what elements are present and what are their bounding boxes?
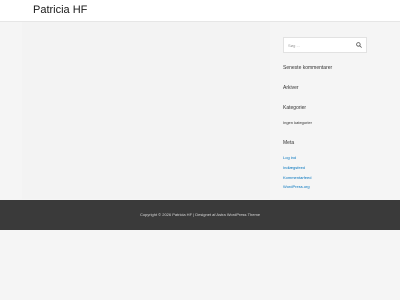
footer-copyright-text: Copyright © 2026 Patricia HF | Designet … — [139, 212, 261, 217]
sidebar: Seneste kommentarer Arkiver Kategorier I… — [283, 37, 367, 189]
meta-title: Meta — [283, 140, 295, 146]
main-content-area — [22, 22, 270, 199]
page: Patricia HF Seneste kommentarer Arkiver … — [0, 0, 400, 300]
meta-link-login[interactable]: Log ind — [283, 155, 296, 160]
site-title-link[interactable]: Patricia HF — [33, 4, 87, 17]
search-input[interactable] — [284, 38, 354, 52]
categories-empty-text: Ingen kategorier — [283, 120, 312, 125]
meta-link-wordpress-org[interactable]: WordPress.org — [283, 184, 310, 189]
search-icon[interactable] — [356, 42, 362, 48]
meta-link-entries-feed[interactable]: Indlægsfeed — [283, 165, 305, 170]
categories-title: Kategorier — [283, 105, 307, 111]
archives-title: Arkiver — [283, 85, 299, 91]
site-header: Patricia HF — [0, 0, 400, 22]
meta-link-comments-feed[interactable]: Kommentarfeed — [283, 175, 311, 180]
recent-comments-title: Seneste kommentarer — [283, 65, 333, 71]
search-form — [283, 37, 367, 53]
site-footer: Copyright © 2026 Patricia HF | Designet … — [0, 200, 400, 230]
